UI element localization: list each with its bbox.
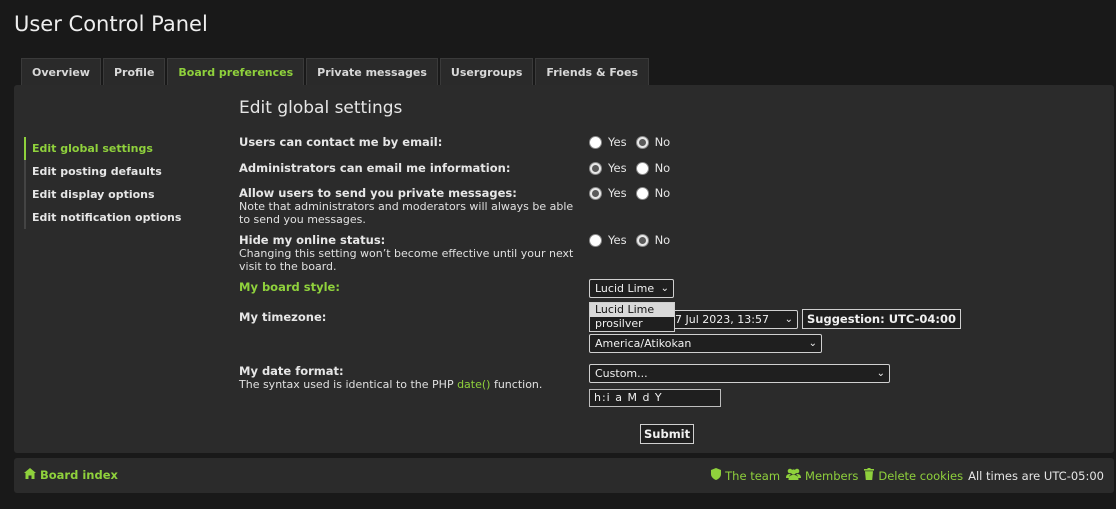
sidebar-nav: Edit global settings Edit posting defaul… bbox=[24, 137, 181, 229]
admin-email-radio-group: Yes No bbox=[589, 161, 679, 175]
users-icon bbox=[786, 468, 802, 483]
contact-email-no-radio[interactable] bbox=[635, 135, 649, 149]
timezone-note: All times are UTC-05:00 bbox=[968, 468, 1104, 483]
date-format-note: The syntax used is identical to the PHP … bbox=[239, 378, 584, 391]
date-format-field: My date format: The syntax used is ident… bbox=[239, 364, 584, 391]
delete-cookies-link[interactable]: Delete cookies bbox=[864, 468, 963, 483]
tab-usergroups[interactable]: Usergroups bbox=[439, 58, 534, 85]
contact-email-radio-group: Yes No bbox=[589, 135, 679, 149]
hide-online-radio-group: Yes No bbox=[589, 233, 679, 247]
sidebar-item-edit-posting-defaults[interactable]: Edit posting defaults bbox=[24, 160, 181, 183]
chevron-down-icon: ⌄ bbox=[784, 314, 793, 325]
sidebar-item-edit-global-settings[interactable]: Edit global settings bbox=[24, 137, 181, 160]
submit-button[interactable]: Submit bbox=[640, 424, 695, 444]
date-function-link[interactable]: date() bbox=[457, 378, 490, 391]
board-style-selected: Lucid Lime bbox=[595, 282, 655, 295]
hide-online-label: Hide my online status: bbox=[239, 233, 386, 247]
timezone-zone-select[interactable]: America/Atikokan ⌄ bbox=[589, 334, 822, 353]
date-format-selected: Custom... bbox=[595, 367, 648, 380]
allow-pm-radio-group: Yes No bbox=[589, 186, 679, 200]
allow-pm-no-label: No bbox=[654, 186, 671, 200]
tab-private-messages[interactable]: Private messages bbox=[306, 58, 438, 85]
contact-email-label: Users can contact me by email: bbox=[239, 135, 443, 149]
date-format-note-suffix: function. bbox=[490, 378, 543, 391]
the-team-link[interactable]: The team bbox=[711, 468, 780, 483]
admin-email-label: Administrators can email me information: bbox=[239, 161, 511, 175]
board-style-dropdown-list: Lucid Lime prosilver bbox=[589, 302, 675, 332]
date-format-select[interactable]: Custom... ⌄ bbox=[589, 364, 890, 383]
hide-online-note: Changing this setting won’t become effec… bbox=[239, 247, 574, 273]
tab-profile[interactable]: Profile bbox=[102, 58, 166, 85]
chevron-down-icon: ⌄ bbox=[876, 368, 885, 379]
contact-email-yes-radio[interactable] bbox=[589, 135, 602, 149]
tab-overview[interactable]: Overview bbox=[21, 58, 101, 85]
board-style-select[interactable]: Lucid Lime ⌄ bbox=[589, 279, 674, 298]
admin-email-yes-label: Yes bbox=[608, 161, 627, 175]
tab-bar: Overview Profile Board preferences Priva… bbox=[21, 58, 649, 86]
the-team-label: The team bbox=[725, 468, 781, 483]
allow-pm-label: Allow users to send you private messages… bbox=[239, 186, 517, 200]
home-icon bbox=[24, 468, 36, 482]
delete-cookies-label: Delete cookies bbox=[878, 468, 964, 483]
admin-email-yes-radio[interactable] bbox=[589, 161, 602, 175]
shield-icon bbox=[711, 468, 722, 483]
board-style-option-lucid-lime[interactable]: Lucid Lime bbox=[590, 303, 674, 317]
allow-pm-no-radio[interactable] bbox=[635, 186, 649, 200]
date-format-custom-input[interactable]: h:i a M d Y bbox=[589, 389, 721, 407]
timezone-suggestion[interactable]: Suggestion: UTC-04:00 bbox=[802, 309, 961, 329]
allow-pm-yes-radio[interactable] bbox=[589, 186, 602, 200]
members-label: Members bbox=[805, 468, 859, 483]
footer: Board index The team Members Delete cook… bbox=[14, 458, 1114, 493]
tab-board-preferences[interactable]: Board preferences bbox=[167, 58, 305, 86]
chevron-down-icon: ⌄ bbox=[808, 338, 817, 349]
contact-email-no-label: No bbox=[654, 135, 671, 149]
board-index-label: Board index bbox=[40, 468, 118, 482]
chevron-down-icon: ⌄ bbox=[660, 283, 669, 294]
hide-online-yes-label: Yes bbox=[608, 233, 627, 247]
allow-pm-note: Note that administrators and moderators … bbox=[239, 200, 574, 226]
board-style-label: My board style: bbox=[239, 280, 340, 294]
board-style-option-prosilver[interactable]: prosilver bbox=[590, 317, 674, 331]
trash-icon bbox=[864, 468, 875, 483]
tab-friends-foes[interactable]: Friends & Foes bbox=[535, 58, 649, 85]
timezone-zone-value: America/Atikokan bbox=[595, 337, 692, 350]
sidebar-item-edit-display-options[interactable]: Edit display options bbox=[24, 183, 181, 206]
allow-pm-yes-label: Yes bbox=[608, 186, 627, 200]
date-format-note-prefix: The syntax used is identical to the PHP bbox=[239, 378, 458, 391]
admin-email-no-radio[interactable] bbox=[635, 161, 649, 175]
section-title: Edit global settings bbox=[239, 98, 403, 118]
hide-online-no-label: No bbox=[654, 233, 671, 247]
page-title: User Control Panel bbox=[14, 12, 208, 36]
timezone-label: My timezone: bbox=[239, 310, 327, 324]
hide-online-yes-radio[interactable] bbox=[589, 233, 602, 247]
hide-online-no-radio[interactable] bbox=[635, 233, 649, 247]
hide-online-field: Hide my online status: Changing this set… bbox=[239, 233, 584, 273]
date-format-label: My date format: bbox=[239, 364, 344, 378]
contact-email-yes-label: Yes bbox=[608, 135, 627, 149]
board-index-link[interactable]: Board index bbox=[24, 468, 118, 482]
allow-pm-field: Allow users to send you private messages… bbox=[239, 186, 584, 226]
sidebar-item-edit-notification-options[interactable]: Edit notification options bbox=[24, 206, 181, 229]
admin-email-no-label: No bbox=[654, 161, 671, 175]
timezone-date-value: 7 Jul 2023, 13:57 bbox=[675, 313, 769, 326]
members-link[interactable]: Members bbox=[786, 468, 858, 483]
